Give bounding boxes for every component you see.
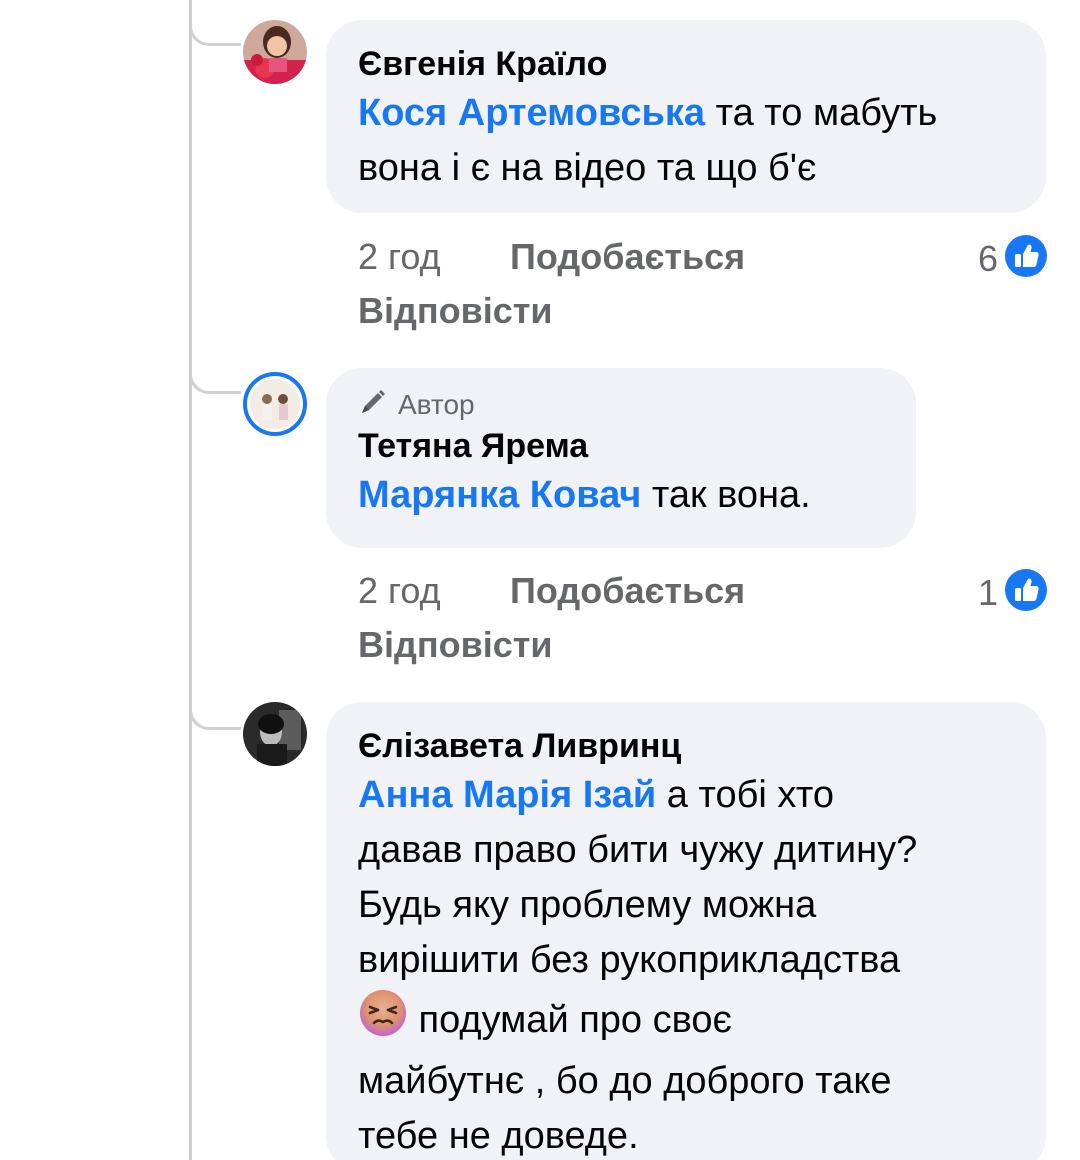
- like-icon: [1004, 568, 1048, 617]
- reply-button[interactable]: Відповісти: [358, 618, 553, 672]
- comment-author[interactable]: Тетяна Ярема: [358, 424, 884, 468]
- comment-text-line: майбутнє , бо до доброго таке: [358, 1060, 892, 1102]
- comment-bubble: Автор Тетяна Ярема Марянка Ковач так вон…: [326, 368, 916, 548]
- mention-link[interactable]: Кося Артемовська: [358, 92, 705, 134]
- reply-connector: [189, 24, 241, 46]
- reply-connector: [189, 708, 241, 730]
- avatar[interactable]: [243, 702, 307, 766]
- comment-bubble: Євгенія Країло Кося Артемовська та то ма…: [326, 20, 1046, 213]
- comment-text-line: та то мабуть: [705, 92, 938, 134]
- author-badge-label: Автор: [398, 389, 475, 420]
- comment-text-line: а тобі хто: [656, 774, 835, 816]
- reaction-summary[interactable]: 6: [978, 234, 1048, 283]
- comment-bubble: Єлізавета Ливринц Анна Марія Ізай а тобі…: [326, 702, 1046, 1160]
- comment-actions: 2 год Подобається Відповісти 1: [358, 564, 1048, 674]
- comment-thread: Євгенія Країло Кося Артемовська та то ма…: [0, 0, 1080, 1160]
- reaction-count: 1: [977, 571, 998, 613]
- comment-timestamp[interactable]: 2 год: [358, 230, 441, 284]
- pencil-icon: [358, 387, 388, 424]
- comment-timestamp[interactable]: 2 год: [358, 564, 441, 618]
- comment-text-line: подумай про своє: [408, 999, 732, 1041]
- comment-text-line: так вона.: [641, 474, 811, 516]
- comment-text: Анна Марія Ізай а тобі хто давав право б…: [358, 768, 1014, 1160]
- reaction-count: 6: [977, 237, 998, 279]
- comment-text-line: вона і є на відео та що б'є: [358, 147, 817, 189]
- thread-line: [189, 0, 192, 1160]
- reply-button[interactable]: Відповісти: [358, 284, 553, 338]
- comment-text-line: вирішити без рукоприкладства: [358, 939, 901, 981]
- comment-text: Марянка Ковач так вона.: [358, 468, 884, 523]
- comment-text-line: тебе не доведе.: [358, 1115, 639, 1157]
- mention-link[interactable]: Анна Марія Ізай: [358, 774, 656, 816]
- avatar[interactable]: [243, 372, 307, 436]
- comment-author[interactable]: Єлізавета Ливринц: [358, 724, 1014, 768]
- like-button[interactable]: Подобається: [510, 564, 745, 618]
- mention-link[interactable]: Марянка Ковач: [358, 474, 641, 516]
- author-badge: Автор: [358, 388, 884, 422]
- comment-text-line: давав право бити чужу дитину?: [358, 829, 918, 871]
- comment-text-line: Будь яку проблему можна: [358, 884, 817, 926]
- reaction-summary[interactable]: 1: [978, 568, 1048, 617]
- comment-author[interactable]: Євгенія Країло: [358, 42, 1014, 86]
- reply-connector: [189, 372, 241, 394]
- like-button[interactable]: Подобається: [510, 230, 745, 284]
- avatar[interactable]: [243, 20, 307, 84]
- tired-face-emoji-icon: [358, 988, 408, 1054]
- comment-text: Кося Артемовська та то мабуть вона і є н…: [358, 86, 1014, 196]
- comment-actions: 2 год Подобається Відповісти 6: [358, 230, 1048, 340]
- like-icon: [1004, 234, 1048, 283]
